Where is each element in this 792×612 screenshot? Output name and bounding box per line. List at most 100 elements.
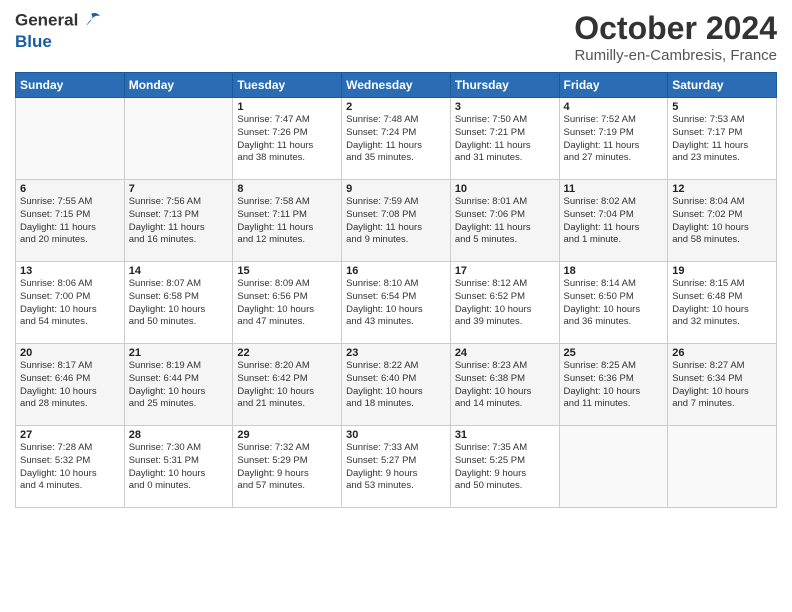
day-info: Sunrise: 7:59 AM Sunset: 7:08 PM Dayligh… <box>346 196 446 247</box>
day-cell-2-3: 16Sunrise: 8:10 AM Sunset: 6:54 PM Dayli… <box>342 262 451 344</box>
day-cell-1-6: 12Sunrise: 8:04 AM Sunset: 7:02 PM Dayli… <box>668 180 777 262</box>
day-info: Sunrise: 8:09 AM Sunset: 6:56 PM Dayligh… <box>237 278 337 329</box>
day-number: 27 <box>20 429 120 441</box>
day-info: Sunrise: 8:12 AM Sunset: 6:52 PM Dayligh… <box>455 278 555 329</box>
col-saturday: Saturday <box>668 73 777 98</box>
week-row-0: 1Sunrise: 7:47 AM Sunset: 7:26 PM Daylig… <box>16 98 777 180</box>
day-cell-3-1: 21Sunrise: 8:19 AM Sunset: 6:44 PM Dayli… <box>124 344 233 426</box>
day-number: 29 <box>237 429 337 441</box>
day-number: 5 <box>672 101 772 113</box>
day-cell-0-5: 4Sunrise: 7:52 AM Sunset: 7:19 PM Daylig… <box>559 98 668 180</box>
day-cell-0-1 <box>124 98 233 180</box>
week-row-4: 27Sunrise: 7:28 AM Sunset: 5:32 PM Dayli… <box>16 426 777 508</box>
day-info: Sunrise: 7:52 AM Sunset: 7:19 PM Dayligh… <box>564 114 664 165</box>
calendar-header-row: Sunday Monday Tuesday Wednesday Thursday… <box>16 73 777 98</box>
day-number: 14 <box>129 265 229 277</box>
calendar-title: October 2024 <box>574 10 777 47</box>
day-info: Sunrise: 8:01 AM Sunset: 7:06 PM Dayligh… <box>455 196 555 247</box>
day-cell-2-4: 17Sunrise: 8:12 AM Sunset: 6:52 PM Dayli… <box>450 262 559 344</box>
week-row-3: 20Sunrise: 8:17 AM Sunset: 6:46 PM Dayli… <box>16 344 777 426</box>
col-thursday: Thursday <box>450 73 559 98</box>
logo: General Blue <box>15 10 102 52</box>
day-number: 1 <box>237 101 337 113</box>
day-cell-4-5 <box>559 426 668 508</box>
day-number: 4 <box>564 101 664 113</box>
day-cell-4-4: 31Sunrise: 7:35 AM Sunset: 5:25 PM Dayli… <box>450 426 559 508</box>
day-info: Sunrise: 8:19 AM Sunset: 6:44 PM Dayligh… <box>129 360 229 411</box>
day-info: Sunrise: 8:27 AM Sunset: 6:34 PM Dayligh… <box>672 360 772 411</box>
day-info: Sunrise: 8:04 AM Sunset: 7:02 PM Dayligh… <box>672 196 772 247</box>
day-info: Sunrise: 7:47 AM Sunset: 7:26 PM Dayligh… <box>237 114 337 165</box>
day-number: 17 <box>455 265 555 277</box>
day-info: Sunrise: 8:22 AM Sunset: 6:40 PM Dayligh… <box>346 360 446 411</box>
day-number: 11 <box>564 183 664 195</box>
day-cell-1-4: 10Sunrise: 8:01 AM Sunset: 7:06 PM Dayli… <box>450 180 559 262</box>
title-block: October 2024 Rumilly-en-Cambresis, Franc… <box>574 10 777 64</box>
day-cell-3-6: 26Sunrise: 8:27 AM Sunset: 6:34 PM Dayli… <box>668 344 777 426</box>
logo-bird-icon <box>80 10 102 32</box>
day-cell-3-3: 23Sunrise: 8:22 AM Sunset: 6:40 PM Dayli… <box>342 344 451 426</box>
day-info: Sunrise: 8:06 AM Sunset: 7:00 PM Dayligh… <box>20 278 120 329</box>
day-info: Sunrise: 7:50 AM Sunset: 7:21 PM Dayligh… <box>455 114 555 165</box>
day-number: 18 <box>564 265 664 277</box>
logo-text: General Blue <box>15 10 102 52</box>
day-cell-3-0: 20Sunrise: 8:17 AM Sunset: 6:46 PM Dayli… <box>16 344 125 426</box>
day-number: 6 <box>20 183 120 195</box>
day-cell-4-6 <box>668 426 777 508</box>
day-number: 13 <box>20 265 120 277</box>
day-info: Sunrise: 7:48 AM Sunset: 7:24 PM Dayligh… <box>346 114 446 165</box>
day-info: Sunrise: 7:28 AM Sunset: 5:32 PM Dayligh… <box>20 442 120 493</box>
day-number: 9 <box>346 183 446 195</box>
day-cell-0-0 <box>16 98 125 180</box>
day-cell-4-1: 28Sunrise: 7:30 AM Sunset: 5:31 PM Dayli… <box>124 426 233 508</box>
day-cell-1-5: 11Sunrise: 8:02 AM Sunset: 7:04 PM Dayli… <box>559 180 668 262</box>
day-info: Sunrise: 8:23 AM Sunset: 6:38 PM Dayligh… <box>455 360 555 411</box>
day-number: 31 <box>455 429 555 441</box>
day-number: 10 <box>455 183 555 195</box>
calendar-table: Sunday Monday Tuesday Wednesday Thursday… <box>15 72 777 508</box>
day-cell-4-0: 27Sunrise: 7:28 AM Sunset: 5:32 PM Dayli… <box>16 426 125 508</box>
col-wednesday: Wednesday <box>342 73 451 98</box>
day-cell-2-5: 18Sunrise: 8:14 AM Sunset: 6:50 PM Dayli… <box>559 262 668 344</box>
day-info: Sunrise: 7:53 AM Sunset: 7:17 PM Dayligh… <box>672 114 772 165</box>
page: General Blue October 2024 Rumilly-en-Cam… <box>0 0 792 612</box>
calendar-subtitle: Rumilly-en-Cambresis, France <box>574 47 777 64</box>
day-info: Sunrise: 8:25 AM Sunset: 6:36 PM Dayligh… <box>564 360 664 411</box>
day-info: Sunrise: 8:20 AM Sunset: 6:42 PM Dayligh… <box>237 360 337 411</box>
day-number: 15 <box>237 265 337 277</box>
day-info: Sunrise: 8:10 AM Sunset: 6:54 PM Dayligh… <box>346 278 446 329</box>
day-cell-1-3: 9Sunrise: 7:59 AM Sunset: 7:08 PM Daylig… <box>342 180 451 262</box>
day-cell-0-3: 2Sunrise: 7:48 AM Sunset: 7:24 PM Daylig… <box>342 98 451 180</box>
day-info: Sunrise: 7:56 AM Sunset: 7:13 PM Dayligh… <box>129 196 229 247</box>
day-info: Sunrise: 8:17 AM Sunset: 6:46 PM Dayligh… <box>20 360 120 411</box>
day-number: 2 <box>346 101 446 113</box>
day-info: Sunrise: 8:02 AM Sunset: 7:04 PM Dayligh… <box>564 196 664 247</box>
day-cell-0-4: 3Sunrise: 7:50 AM Sunset: 7:21 PM Daylig… <box>450 98 559 180</box>
day-info: Sunrise: 8:07 AM Sunset: 6:58 PM Dayligh… <box>129 278 229 329</box>
day-cell-2-0: 13Sunrise: 8:06 AM Sunset: 7:00 PM Dayli… <box>16 262 125 344</box>
col-tuesday: Tuesday <box>233 73 342 98</box>
day-info: Sunrise: 7:35 AM Sunset: 5:25 PM Dayligh… <box>455 442 555 493</box>
day-cell-3-5: 25Sunrise: 8:25 AM Sunset: 6:36 PM Dayli… <box>559 344 668 426</box>
day-number: 25 <box>564 347 664 359</box>
day-cell-2-2: 15Sunrise: 8:09 AM Sunset: 6:56 PM Dayli… <box>233 262 342 344</box>
day-info: Sunrise: 7:32 AM Sunset: 5:29 PM Dayligh… <box>237 442 337 493</box>
day-number: 24 <box>455 347 555 359</box>
col-friday: Friday <box>559 73 668 98</box>
day-info: Sunrise: 7:33 AM Sunset: 5:27 PM Dayligh… <box>346 442 446 493</box>
day-number: 21 <box>129 347 229 359</box>
day-cell-1-1: 7Sunrise: 7:56 AM Sunset: 7:13 PM Daylig… <box>124 180 233 262</box>
week-row-2: 13Sunrise: 8:06 AM Sunset: 7:00 PM Dayli… <box>16 262 777 344</box>
day-cell-3-4: 24Sunrise: 8:23 AM Sunset: 6:38 PM Dayli… <box>450 344 559 426</box>
day-number: 22 <box>237 347 337 359</box>
day-info: Sunrise: 8:14 AM Sunset: 6:50 PM Dayligh… <box>564 278 664 329</box>
day-cell-1-2: 8Sunrise: 7:58 AM Sunset: 7:11 PM Daylig… <box>233 180 342 262</box>
day-cell-2-1: 14Sunrise: 8:07 AM Sunset: 6:58 PM Dayli… <box>124 262 233 344</box>
day-cell-4-3: 30Sunrise: 7:33 AM Sunset: 5:27 PM Dayli… <box>342 426 451 508</box>
col-monday: Monday <box>124 73 233 98</box>
day-number: 23 <box>346 347 446 359</box>
day-cell-3-2: 22Sunrise: 8:20 AM Sunset: 6:42 PM Dayli… <box>233 344 342 426</box>
day-cell-0-2: 1Sunrise: 7:47 AM Sunset: 7:26 PM Daylig… <box>233 98 342 180</box>
day-number: 26 <box>672 347 772 359</box>
col-sunday: Sunday <box>16 73 125 98</box>
